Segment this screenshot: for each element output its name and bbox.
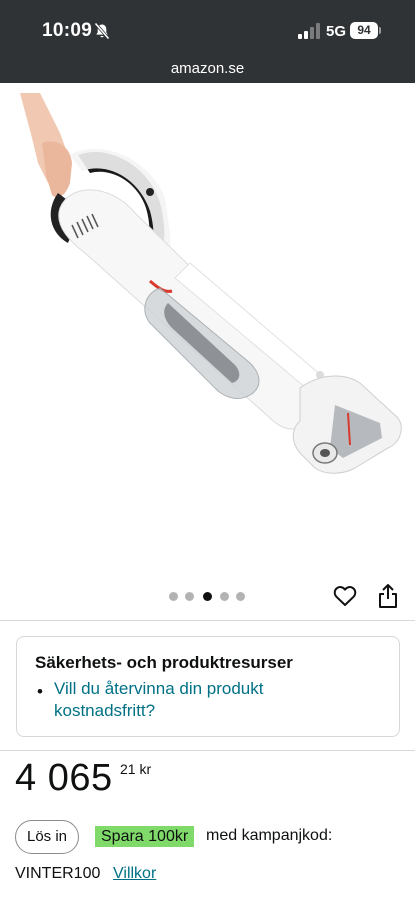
coupon-text: med kampanjkod:: [206, 827, 333, 844]
network-type: 5G: [326, 23, 347, 40]
battery-tip: [379, 27, 381, 34]
price-fraction: 21 kr: [120, 761, 152, 777]
gallery-dot-active[interactable]: [203, 592, 212, 601]
status-bar: 10:09 5G 94: [0, 17, 415, 47]
gallery-dot[interactable]: [185, 592, 194, 601]
promo-code: VINTER100: [15, 865, 101, 882]
redeem-button[interactable]: Lös in: [15, 820, 79, 854]
gallery-dot[interactable]: [220, 592, 229, 601]
gallery-dot[interactable]: [236, 592, 245, 601]
url-bar[interactable]: amazon.se: [0, 60, 415, 77]
silent-bell-icon: [94, 22, 110, 40]
heart-icon[interactable]: [333, 584, 357, 608]
recycle-link[interactable]: Vill du återvinna din produkt kostnadsfr…: [54, 678, 344, 722]
safety-resources-card: Säkerhets- och produktresurser • Vill du…: [16, 636, 400, 737]
bullet: •: [37, 682, 43, 701]
gallery-dot[interactable]: [169, 592, 178, 601]
product-image[interactable]: [0, 83, 415, 583]
price-whole: 4 065: [15, 757, 113, 799]
battery-icon: 94: [350, 22, 378, 39]
terms-link[interactable]: Villkor: [113, 865, 156, 883]
browser-top-bar: 10:09 5G 94 amazon.se: [0, 0, 415, 83]
save-badge: Spara 100kr: [95, 826, 195, 847]
card-title: Säkerhets- och produktresurser: [35, 653, 293, 672]
section-divider: [0, 620, 415, 621]
share-icon[interactable]: [378, 583, 398, 609]
signal-strength-icon: [298, 23, 320, 39]
status-time: 10:09: [42, 20, 93, 41]
price: 4 065 21 kr: [15, 757, 151, 801]
product-image-gallery[interactable]: [0, 83, 415, 623]
section-divider: [0, 750, 415, 751]
